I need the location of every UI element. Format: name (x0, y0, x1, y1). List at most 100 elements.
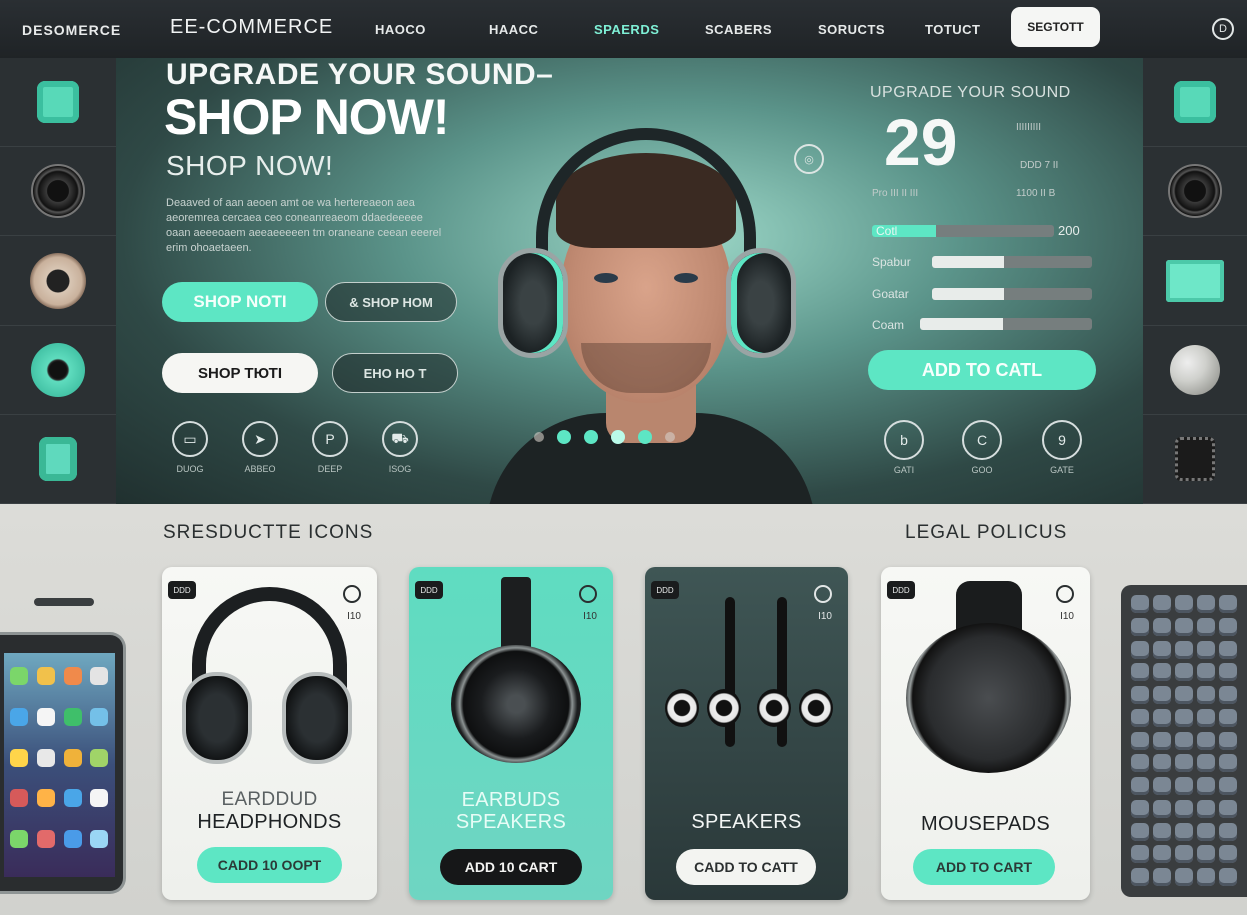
b-icon[interactable]: b (884, 420, 924, 460)
key (1219, 595, 1237, 613)
icon-label: GATI (893, 465, 915, 475)
icon-label: DEEP (317, 464, 343, 474)
nav-link-4[interactable]: SCABERS (705, 22, 772, 37)
add-to-cart-button[interactable]: ADD 10 CART (440, 849, 582, 885)
rail-item[interactable] (0, 326, 116, 415)
hero-title-line2: SHOP NOW! (164, 89, 450, 145)
fast-icon[interactable]: ➤ (242, 421, 278, 457)
device-square-icon (1174, 81, 1216, 124)
rail-item[interactable] (0, 415, 116, 505)
key (1219, 754, 1237, 773)
panel-note: DDD 7 II (1020, 160, 1059, 171)
stat-label: Cotl (876, 224, 898, 238)
section-title-right[interactable]: LEGAL POLICUS (905, 522, 1067, 544)
carousel-dot[interactable] (557, 430, 571, 444)
add-to-cart-button[interactable]: ADD TO CART (913, 849, 1055, 885)
key (1219, 822, 1237, 841)
shop-now-button[interactable]: SHOP NOTI (162, 282, 318, 322)
carousel-dot[interactable] (611, 430, 625, 444)
panel-title: UPGRADE YOUR SOUND (870, 84, 1071, 101)
icon-label: GATE (1050, 465, 1074, 475)
top-nav: DESOMERCE EE-COMMERCE HAOCO HAACC SPAERD… (0, 0, 1247, 58)
stat-bar (932, 288, 1092, 300)
key (1131, 822, 1149, 841)
left-product-rail (0, 58, 116, 505)
key (1219, 777, 1237, 796)
brand-left[interactable]: DESOMERCE (22, 22, 121, 38)
nav-link-1[interactable]: HAOCO (375, 22, 426, 37)
key (1175, 708, 1193, 727)
box-device-icon (1175, 436, 1215, 481)
key (1153, 595, 1171, 613)
product-card-mousepads[interactable]: DDD I10 MOUSEPADS ADD TO CART (881, 567, 1090, 900)
carousel-dot[interactable] (665, 432, 675, 442)
rail-item[interactable] (1143, 58, 1247, 148)
product-card-headphones[interactable]: DDD I10 EARDDUD HEADPHONDS CADD 10 OOPT (162, 567, 377, 900)
speaker-round-icon (1168, 164, 1222, 219)
key (1131, 617, 1149, 636)
shop-secondary-button[interactable]: & SHOP HOM (325, 282, 457, 322)
nav-link-3[interactable]: SPAERDS (594, 22, 659, 37)
earbud-image (449, 577, 584, 767)
key (1197, 708, 1215, 727)
product-card-earbuds[interactable]: DDD I10 EARBUDS SPEAKERS ADD 10 CART (409, 567, 613, 900)
key (1153, 708, 1171, 727)
product-card-speakers[interactable]: DDD I10 SPEAKERS CADD TO CATT (645, 567, 848, 900)
key (1153, 799, 1171, 818)
key (1219, 799, 1237, 818)
rail-item[interactable] (0, 236, 116, 326)
p-icon[interactable]: P (312, 421, 348, 457)
add-to-cart-button[interactable]: CADD TO CATT (676, 849, 816, 885)
add-to-cart-button[interactable]: CADD 10 OOPT (197, 847, 342, 883)
info-icon[interactable]: D (1212, 18, 1234, 40)
carousel-dot[interactable] (534, 432, 544, 442)
c-icon[interactable]: C (962, 420, 1002, 460)
nav-action-button[interactable]: SEGTOTT (1011, 7, 1100, 47)
g-icon[interactable]: 9 (1042, 420, 1082, 460)
key (1153, 663, 1171, 682)
tablet-icon[interactable]: ▭ (172, 421, 208, 457)
key (1197, 754, 1215, 773)
stat-bar-fill (932, 288, 1004, 300)
shop-white-button[interactable]: SHOP ТЮТІ (162, 353, 318, 393)
target-icon[interactable]: ◎ (794, 144, 824, 174)
key (1131, 777, 1149, 796)
headphones-image (182, 587, 357, 764)
hero-title-line3: SHOP NOW! (166, 150, 334, 181)
hero-title-line1: UPGRADE YOUR SOUND– (166, 58, 554, 91)
cart-icon[interactable]: ⛟ (382, 421, 418, 457)
card-title-line2: HEADPHONDS (197, 811, 342, 833)
nav-link-2[interactable]: HAACC (489, 22, 538, 37)
shop-outline-button[interactable]: ЕНО НО Т (332, 353, 458, 393)
key (1197, 845, 1215, 864)
nav-link-5[interactable]: SORUCTS (818, 22, 885, 37)
hero-description: Deaaved of aan aeoen amt oe wa hertereae… (166, 197, 442, 254)
brand-logo[interactable]: EE-COMMERCE (170, 16, 333, 39)
key (1131, 845, 1149, 864)
key (1131, 868, 1149, 887)
rail-item[interactable] (0, 147, 116, 237)
carousel-dot[interactable] (638, 430, 652, 444)
key (1153, 868, 1171, 887)
icon-label: ISOG (388, 464, 412, 474)
rail-item[interactable] (1143, 147, 1247, 237)
phone-image (0, 632, 126, 894)
icon-label: DUOG (176, 464, 204, 474)
add-to-cart-button[interactable]: ADD TO CATL (868, 350, 1096, 390)
key (1197, 822, 1215, 841)
nav-link-6[interactable]: TOTUCT (925, 22, 980, 37)
panel-note: Pro III II III (872, 188, 919, 199)
rail-item[interactable] (0, 58, 116, 148)
rail-item[interactable] (1143, 236, 1247, 326)
rail-item[interactable] (1143, 415, 1247, 505)
stat-label: Goatar (872, 287, 909, 301)
key (1197, 663, 1215, 682)
key (1175, 686, 1193, 705)
rail-item[interactable] (1143, 326, 1247, 415)
headphones-icon (536, 128, 756, 278)
card-title: SPEAKERS (691, 811, 802, 833)
key (1197, 686, 1215, 705)
mint-panel-icon (1166, 259, 1224, 302)
carousel-dot[interactable] (584, 430, 598, 444)
stat-label: Coam (872, 318, 905, 332)
